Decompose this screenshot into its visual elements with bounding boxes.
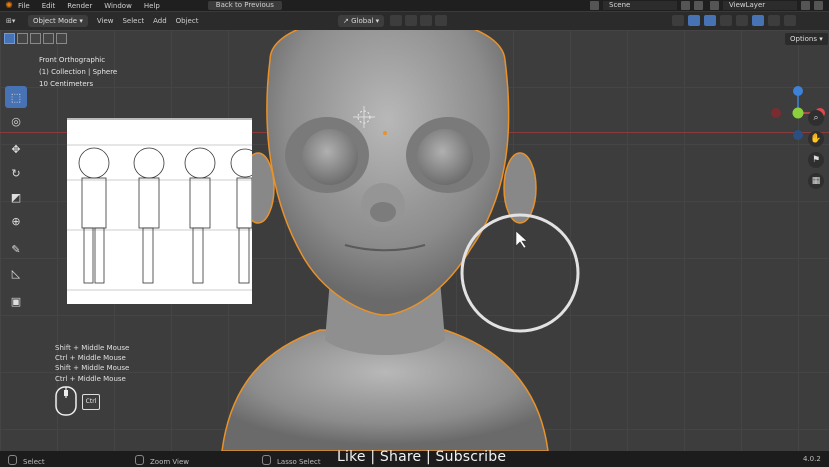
orientation-label: Global bbox=[351, 17, 374, 25]
transform-orientation-dropdown[interactable]: ↗ Global ▾ bbox=[338, 15, 385, 27]
overlay-toggle-icon[interactable] bbox=[704, 15, 716, 26]
gizmo-toggle-icon[interactable] bbox=[688, 15, 700, 26]
wireframe-shading-icon[interactable] bbox=[736, 15, 748, 26]
select-invert-icon[interactable] bbox=[43, 33, 54, 44]
shortcut-line: Ctrl + Middle Mouse bbox=[55, 354, 126, 363]
shortcut-line: Shift + Middle Mouse bbox=[55, 364, 130, 373]
status-select: Select bbox=[8, 455, 45, 466]
view-layer-icon[interactable] bbox=[710, 1, 719, 10]
collection-info: (1) Collection | Sphere bbox=[39, 68, 118, 76]
rotate-tool[interactable]: ↻ bbox=[5, 162, 27, 184]
menu-edit[interactable]: Edit bbox=[42, 2, 56, 10]
zoom-icon[interactable]: ⌕ bbox=[808, 110, 824, 126]
status-select-label: Select bbox=[23, 458, 45, 466]
blender-logo-icon[interactable]: ✺ bbox=[4, 1, 14, 11]
mode-label: Object Mode bbox=[33, 17, 78, 25]
visibility-icon[interactable] bbox=[672, 15, 684, 26]
version-label: 4.0.2 bbox=[803, 455, 821, 463]
character-turnaround-sketch bbox=[67, 144, 260, 291]
status-zoom-label: Zoom View bbox=[150, 458, 190, 466]
menu-file[interactable]: File bbox=[18, 2, 30, 10]
measure-tool[interactable]: ◺ bbox=[5, 262, 27, 284]
select-subtract-icon[interactable] bbox=[30, 33, 41, 44]
xray-icon[interactable] bbox=[720, 15, 732, 26]
snapping-tools bbox=[390, 15, 447, 26]
select-new-icon[interactable] bbox=[4, 33, 15, 44]
header-menu-object[interactable]: Object bbox=[176, 17, 199, 25]
shortcut-line: Shift + Middle Mouse bbox=[55, 344, 130, 352]
editor-type-icon[interactable]: ⊞▾ bbox=[6, 17, 22, 25]
header-menu-select[interactable]: Select bbox=[122, 17, 144, 25]
status-zoom: Zoom View bbox=[135, 455, 189, 466]
add-cube-tool[interactable]: ▣ bbox=[5, 290, 27, 312]
move-tool[interactable]: ✥ bbox=[5, 138, 27, 160]
reference-image[interactable] bbox=[67, 118, 260, 304]
rendered-shading-icon[interactable] bbox=[784, 15, 796, 26]
mouse-icon bbox=[55, 386, 77, 416]
mouse-left-icon bbox=[8, 455, 17, 465]
options-dropdown[interactable]: Options ▾ bbox=[785, 33, 828, 45]
snap-target-icon[interactable] bbox=[420, 15, 432, 26]
view-layer-selector: ViewLayer bbox=[710, 0, 823, 11]
video-caption: Like | Share | Subscribe bbox=[337, 449, 507, 465]
viewport-header: ⊞▾ Object Mode ▾ View Select Add Object … bbox=[0, 12, 829, 30]
top-menu-bar: ✺ File Edit Render Window Help Back to P… bbox=[0, 0, 829, 11]
scene-selector: Scene bbox=[590, 0, 703, 11]
header-menu-view[interactable]: View bbox=[97, 17, 114, 25]
mode-dropdown[interactable]: Object Mode ▾ bbox=[28, 15, 88, 27]
selection-mode-buttons bbox=[4, 33, 67, 44]
back-to-previous-button[interactable]: Back to Previous bbox=[207, 1, 282, 10]
grid-scale: 10 Centimeters bbox=[39, 80, 94, 88]
camera-view-icon[interactable]: ⚑ bbox=[808, 152, 824, 168]
ortho-grid-icon[interactable]: ▦ bbox=[808, 173, 824, 189]
material-shading-icon[interactable] bbox=[768, 15, 780, 26]
mouse-middle-icon bbox=[135, 455, 144, 465]
3d-viewport[interactable]: Front Orthographic (1) Collection | Sphe… bbox=[0, 30, 829, 451]
select-box-tool[interactable]: ⬚ bbox=[5, 86, 27, 108]
copy-scene-icon[interactable] bbox=[681, 1, 690, 10]
transform-tool[interactable]: ⊕ bbox=[5, 210, 27, 232]
menu-help[interactable]: Help bbox=[144, 2, 160, 10]
status-lasso-label: Lasso Select bbox=[277, 458, 321, 466]
pivot-icon[interactable] bbox=[390, 15, 402, 26]
scale-tool[interactable]: ◩ bbox=[5, 186, 27, 208]
scene-field[interactable]: Scene bbox=[603, 1, 677, 10]
delete-layer-icon[interactable] bbox=[814, 1, 823, 10]
select-extend-icon[interactable] bbox=[17, 33, 28, 44]
solid-shading-icon[interactable] bbox=[752, 15, 764, 26]
delete-scene-icon[interactable] bbox=[694, 1, 703, 10]
scene-icon[interactable] bbox=[590, 1, 599, 10]
shortcut-line: Ctrl + Middle Mouse bbox=[55, 374, 126, 383]
menu-window[interactable]: Window bbox=[104, 2, 132, 10]
mouse-right-icon bbox=[262, 455, 271, 465]
cursor-tool[interactable]: ◎ bbox=[5, 110, 27, 132]
view-layer-field[interactable]: ViewLayer bbox=[723, 1, 797, 10]
select-intersect-icon[interactable] bbox=[56, 33, 67, 44]
viewport-shading-tools bbox=[672, 15, 796, 26]
snap-icon[interactable] bbox=[405, 15, 417, 26]
shortcut-overlay: Shift + Middle Mouse Ctrl + Middle Mouse… bbox=[55, 343, 129, 384]
tool-shelf: ⬚ ◎ ✥ ↻ ◩ ⊕ ✎ ◺ ▣ bbox=[5, 86, 27, 314]
menu-render[interactable]: Render bbox=[67, 2, 92, 10]
viewport-info: Front Orthographic (1) Collection | Sphe… bbox=[39, 54, 117, 90]
header-menu-add[interactable]: Add bbox=[153, 17, 167, 25]
annotate-tool[interactable]: ✎ bbox=[5, 238, 27, 260]
copy-layer-icon[interactable] bbox=[801, 1, 810, 10]
status-lasso: Lasso Select bbox=[262, 455, 321, 466]
view-name: Front Orthographic bbox=[39, 56, 106, 64]
ctrl-key-icon: Ctrl bbox=[82, 394, 100, 410]
options-label: Options bbox=[790, 35, 818, 43]
pan-hand-icon[interactable]: ✋ bbox=[808, 131, 824, 147]
proportional-edit-icon[interactable] bbox=[435, 15, 447, 26]
